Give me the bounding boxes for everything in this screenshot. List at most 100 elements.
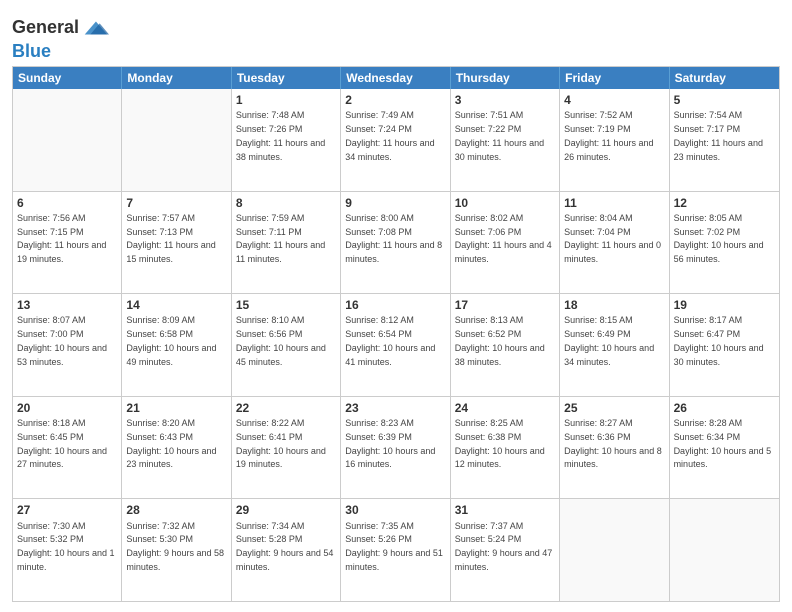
calendar-cell: 6 Sunrise: 7:56 AM Sunset: 7:15 PM Daylig… xyxy=(13,192,122,294)
day-number: 25 xyxy=(564,400,664,416)
day-info: Sunrise: 7:56 AM Sunset: 7:15 PM Dayligh… xyxy=(17,213,106,264)
day-info: Sunrise: 7:37 AM Sunset: 5:24 PM Dayligh… xyxy=(455,521,553,572)
calendar-cell: 14Sunrise: 8:09 AM Sunset: 6:58 PM Dayli… xyxy=(122,294,231,396)
calendar-cell: 10 Sunrise: 8:02 AM Sunset: 7:06 PM Dayli… xyxy=(451,192,560,294)
day-number: 6 xyxy=(17,195,117,211)
calendar-week-4: 20 Sunrise: 8:18 AM Sunset: 6:45 PM Dayli… xyxy=(13,396,779,499)
day-info: Sunrise: 7:57 AM Sunset: 7:13 PM Dayligh… xyxy=(126,213,215,264)
day-info: Sunrise: 7:52 AM Sunset: 7:19 PM Dayligh… xyxy=(564,110,653,161)
day-info: Sunrise: 8:12 AM Sunset: 6:54 PM Dayligh… xyxy=(345,315,435,366)
day-number: 28 xyxy=(126,502,226,518)
calendar-cell: 20 Sunrise: 8:18 AM Sunset: 6:45 PM Dayli… xyxy=(13,397,122,499)
day-number: 2 xyxy=(345,92,445,108)
logo-blue: Blue xyxy=(12,42,109,60)
calendar-cell: 15 Sunrise: 8:10 AM Sunset: 6:56 PM Dayli… xyxy=(232,294,341,396)
day-info: Sunrise: 8:09 AM Sunset: 6:58 PM Dayligh… xyxy=(126,315,216,366)
calendar-cell: 25 Sunrise: 8:27 AM Sunset: 6:36 PM Dayli… xyxy=(560,397,669,499)
calendar-header: SundayMondayTuesdayWednesdayThursdayFrid… xyxy=(13,67,779,89)
day-number: 27 xyxy=(17,502,117,518)
calendar: SundayMondayTuesdayWednesdayThursdayFrid… xyxy=(12,66,780,602)
logo-icon xyxy=(81,14,109,42)
calendar-cell: 16 Sunrise: 8:12 AM Sunset: 6:54 PM Dayli… xyxy=(341,294,450,396)
day-info: Sunrise: 8:27 AM Sunset: 6:36 PM Dayligh… xyxy=(564,418,662,469)
day-number: 3 xyxy=(455,92,555,108)
day-number: 9 xyxy=(345,195,445,211)
day-number: 19 xyxy=(674,297,775,313)
day-info: Sunrise: 8:15 AM Sunset: 6:49 PM Dayligh… xyxy=(564,315,654,366)
day-number: 1 xyxy=(236,92,336,108)
header-day-thursday: Thursday xyxy=(451,67,560,89)
day-info: Sunrise: 8:02 AM Sunset: 7:06 PM Dayligh… xyxy=(455,213,552,264)
day-info: Sunrise: 8:05 AM Sunset: 7:02 PM Dayligh… xyxy=(674,213,764,264)
calendar-cell: 9 Sunrise: 8:00 AM Sunset: 7:08 PM Daylig… xyxy=(341,192,450,294)
calendar-cell: 19 Sunrise: 8:17 AM Sunset: 6:47 PM Dayli… xyxy=(670,294,779,396)
day-number: 20 xyxy=(17,400,117,416)
calendar-cell: 30 Sunrise: 7:35 AM Sunset: 5:26 PM Dayli… xyxy=(341,499,450,601)
day-info: Sunrise: 8:25 AM Sunset: 6:38 PM Dayligh… xyxy=(455,418,545,469)
day-number: 16 xyxy=(345,297,445,313)
day-number: 31 xyxy=(455,502,555,518)
day-number: 11 xyxy=(564,195,664,211)
day-info: Sunrise: 7:32 AM Sunset: 5:30 PM Dayligh… xyxy=(126,521,224,572)
calendar-cell: 12 Sunrise: 8:05 AM Sunset: 7:02 PM Dayli… xyxy=(670,192,779,294)
day-info: Sunrise: 8:17 AM Sunset: 6:47 PM Dayligh… xyxy=(674,315,764,366)
calendar-cell: 26 Sunrise: 8:28 AM Sunset: 6:34 PM Dayli… xyxy=(670,397,779,499)
calendar-cell: 24 Sunrise: 8:25 AM Sunset: 6:38 PM Dayli… xyxy=(451,397,560,499)
calendar-week-5: 27 Sunrise: 7:30 AM Sunset: 5:32 PM Dayli… xyxy=(13,498,779,601)
calendar-cell: 23Sunrise: 8:23 AM Sunset: 6:39 PM Dayli… xyxy=(341,397,450,499)
calendar-cell: 22 Sunrise: 8:22 AM Sunset: 6:41 PM Dayli… xyxy=(232,397,341,499)
header-day-monday: Monday xyxy=(122,67,231,89)
calendar-cell xyxy=(560,499,669,601)
header-day-sunday: Sunday xyxy=(13,67,122,89)
day-info: Sunrise: 7:54 AM Sunset: 7:17 PM Dayligh… xyxy=(674,110,763,161)
day-info: Sunrise: 8:10 AM Sunset: 6:56 PM Dayligh… xyxy=(236,315,326,366)
day-info: Sunrise: 7:49 AM Sunset: 7:24 PM Dayligh… xyxy=(345,110,434,161)
day-info: Sunrise: 7:35 AM Sunset: 5:26 PM Dayligh… xyxy=(345,521,443,572)
day-number: 15 xyxy=(236,297,336,313)
day-info: Sunrise: 7:30 AM Sunset: 5:32 PM Dayligh… xyxy=(17,521,115,572)
day-info: Sunrise: 8:18 AM Sunset: 6:45 PM Dayligh… xyxy=(17,418,107,469)
calendar-cell: 2 Sunrise: 7:49 AM Sunset: 7:24 PM Daylig… xyxy=(341,89,450,191)
day-info: Sunrise: 7:34 AM Sunset: 5:28 PM Dayligh… xyxy=(236,521,334,572)
calendar-cell: 21 Sunrise: 8:20 AM Sunset: 6:43 PM Dayli… xyxy=(122,397,231,499)
day-info: Sunrise: 7:59 AM Sunset: 7:11 PM Dayligh… xyxy=(236,213,325,264)
day-number: 7 xyxy=(126,195,226,211)
day-info: Sunrise: 8:22 AM Sunset: 6:41 PM Dayligh… xyxy=(236,418,326,469)
day-info: Sunrise: 8:28 AM Sunset: 6:34 PM Dayligh… xyxy=(674,418,772,469)
calendar-cell: 11Sunrise: 8:04 AM Sunset: 7:04 PM Dayli… xyxy=(560,192,669,294)
day-number: 24 xyxy=(455,400,555,416)
header: General Blue xyxy=(12,10,780,60)
day-number: 29 xyxy=(236,502,336,518)
calendar-week-1: 1 Sunrise: 7:48 AM Sunset: 7:26 PM Daylig… xyxy=(13,89,779,191)
calendar-cell xyxy=(13,89,122,191)
calendar-cell: 7 Sunrise: 7:57 AM Sunset: 7:13 PM Daylig… xyxy=(122,192,231,294)
calendar-cell: 27 Sunrise: 7:30 AM Sunset: 5:32 PM Dayli… xyxy=(13,499,122,601)
page: General Blue SundayMondayTuesdayWednesda… xyxy=(0,0,792,612)
calendar-cell xyxy=(670,499,779,601)
day-number: 22 xyxy=(236,400,336,416)
header-day-tuesday: Tuesday xyxy=(232,67,341,89)
day-number: 18 xyxy=(564,297,664,313)
calendar-cell: 17Sunrise: 8:13 AM Sunset: 6:52 PM Dayli… xyxy=(451,294,560,396)
calendar-cell: 28 Sunrise: 7:32 AM Sunset: 5:30 PM Dayli… xyxy=(122,499,231,601)
day-number: 26 xyxy=(674,400,775,416)
header-day-wednesday: Wednesday xyxy=(341,67,450,89)
calendar-week-2: 6 Sunrise: 7:56 AM Sunset: 7:15 PM Daylig… xyxy=(13,191,779,294)
calendar-cell: 3Sunrise: 7:51 AM Sunset: 7:22 PM Daylig… xyxy=(451,89,560,191)
day-info: Sunrise: 7:48 AM Sunset: 7:26 PM Dayligh… xyxy=(236,110,325,161)
day-number: 17 xyxy=(455,297,555,313)
header-day-friday: Friday xyxy=(560,67,669,89)
calendar-cell: 31 Sunrise: 7:37 AM Sunset: 5:24 PM Dayli… xyxy=(451,499,560,601)
day-number: 12 xyxy=(674,195,775,211)
day-info: Sunrise: 8:20 AM Sunset: 6:43 PM Dayligh… xyxy=(126,418,216,469)
day-info: Sunrise: 8:00 AM Sunset: 7:08 PM Dayligh… xyxy=(345,213,442,264)
day-number: 10 xyxy=(455,195,555,211)
calendar-cell: 5Sunrise: 7:54 AM Sunset: 7:17 PM Daylig… xyxy=(670,89,779,191)
calendar-cell: 8Sunrise: 7:59 AM Sunset: 7:11 PM Daylig… xyxy=(232,192,341,294)
day-number: 30 xyxy=(345,502,445,518)
header-day-saturday: Saturday xyxy=(670,67,779,89)
calendar-cell: 18 Sunrise: 8:15 AM Sunset: 6:49 PM Dayli… xyxy=(560,294,669,396)
calendar-body: 1 Sunrise: 7:48 AM Sunset: 7:26 PM Daylig… xyxy=(13,89,779,601)
day-number: 21 xyxy=(126,400,226,416)
logo: General Blue xyxy=(12,14,109,60)
